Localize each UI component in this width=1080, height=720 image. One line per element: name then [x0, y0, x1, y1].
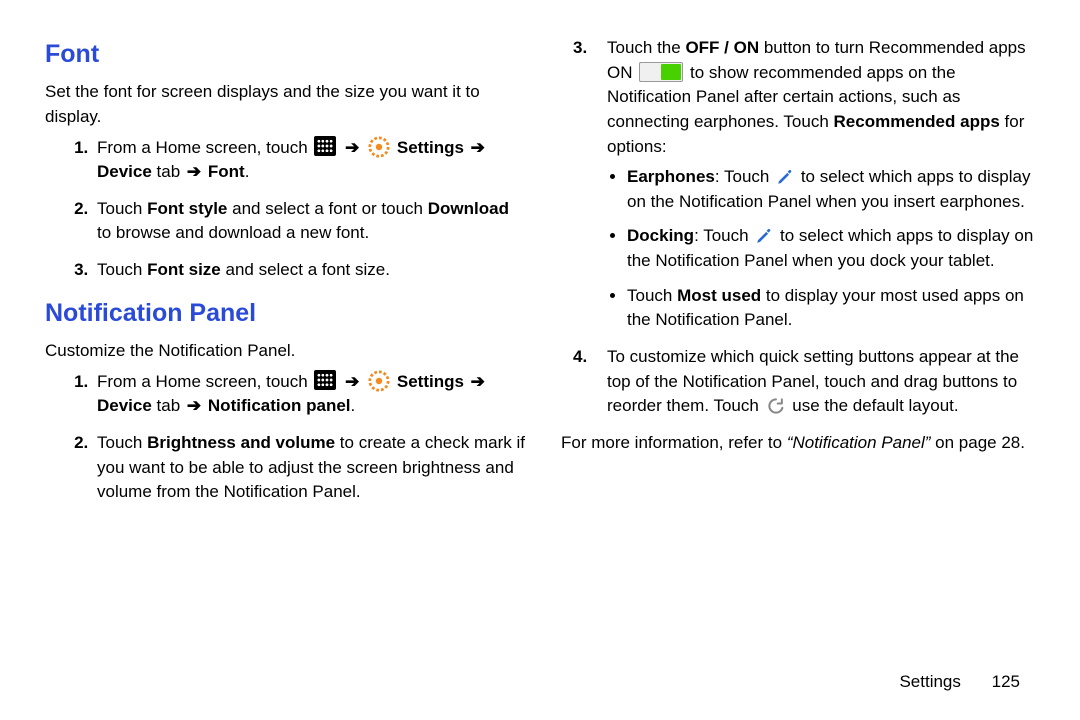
right-column: Touch the OFF / ON button to turn Recomm…: [555, 30, 1035, 517]
np-steps-continued: Touch the OFF / ON button to turn Recomm…: [555, 36, 1035, 419]
sub-earphones: Earphones: Touch to select which apps to…: [627, 165, 1035, 214]
text: Touch: [97, 260, 147, 279]
apps-grid-icon: [314, 136, 336, 156]
settings-label: Settings: [397, 372, 464, 391]
text: From a Home screen, touch: [97, 372, 312, 391]
np-step-2: Touch Brightness and volume to create a …: [93, 431, 525, 505]
sub-most-used: Touch Most used to display your most use…: [627, 284, 1035, 333]
arrow-icon: ➔: [343, 138, 361, 157]
text: on page 28.: [930, 433, 1025, 452]
settings-label: Settings: [397, 138, 464, 157]
notification-panel-heading: Notification Panel: [45, 295, 525, 331]
arrow-icon: ➔: [185, 162, 203, 181]
page-footer: Settings 125: [899, 672, 1020, 692]
font-size-label: Font size: [147, 260, 221, 279]
apps-grid-icon: [314, 370, 336, 390]
reference-title: “Notification Panel”: [787, 433, 931, 452]
font-heading: Font: [45, 36, 525, 72]
earphones-label: Earphones: [627, 167, 715, 186]
brightness-volume-label: Brightness and volume: [147, 433, 335, 452]
np-label: Notification panel: [208, 396, 351, 415]
recommended-apps-label: Recommended apps: [834, 112, 1000, 131]
arrow-icon: ➔: [469, 372, 487, 391]
tab-word: tab: [152, 396, 185, 415]
left-column: Font Set the font for screen displays an…: [45, 30, 525, 517]
text: Touch the: [607, 38, 685, 57]
font-step-2: Touch Font style and select a font or to…: [93, 197, 525, 246]
sub-docking: Docking: Touch to select which apps to d…: [627, 224, 1035, 273]
text: and select a font size.: [221, 260, 390, 279]
arrow-icon: ➔: [185, 396, 203, 415]
font-steps-list: From a Home screen, touch ➔ Settings ➔ D…: [45, 136, 525, 283]
np-steps-list: From a Home screen, touch ➔ Settings ➔ D…: [45, 370, 525, 505]
manual-page: Font Set the font for screen displays an…: [0, 0, 1080, 720]
pencil-edit-icon: [776, 168, 794, 186]
text: Touch: [627, 286, 677, 305]
tab-word: tab: [152, 162, 185, 181]
footer-section-label: Settings: [899, 672, 960, 691]
font-step-3: Touch Font size and select a font size.: [93, 258, 525, 283]
font-label: Font: [208, 162, 245, 181]
np-intro-text: Customize the Notification Panel.: [45, 339, 525, 364]
settings-gear-icon: [368, 370, 390, 392]
device-label: Device: [97, 162, 152, 181]
text: and select a font or touch: [227, 199, 427, 218]
text: use the default layout.: [792, 396, 958, 415]
text: For more information, refer to: [561, 433, 787, 452]
arrow-icon: ➔: [343, 372, 361, 391]
text: From a Home screen, touch: [97, 138, 312, 157]
font-step-1: From a Home screen, touch ➔ Settings ➔ D…: [93, 136, 525, 185]
text: Touch: [97, 433, 147, 452]
device-label: Device: [97, 396, 152, 415]
font-intro-text: Set the font for screen displays and the…: [45, 80, 525, 129]
arrow-icon: ➔: [469, 138, 487, 157]
text: : Touch: [715, 167, 774, 186]
settings-gear-icon: [368, 136, 390, 158]
text: to browse and download a new font.: [97, 223, 369, 242]
footer-page-number: 125: [992, 672, 1020, 691]
docking-label: Docking: [627, 226, 694, 245]
most-used-label: Most used: [677, 286, 761, 305]
toggle-on-icon: [639, 62, 683, 82]
np-step-3: Touch the OFF / ON button to turn Recomm…: [603, 36, 1035, 333]
pencil-edit-icon: [755, 227, 773, 245]
more-info-text: For more information, refer to “Notifica…: [555, 431, 1035, 456]
font-style-label: Font style: [147, 199, 227, 218]
off-on-label: OFF / ON: [685, 38, 759, 57]
reset-arrow-icon: [766, 396, 786, 416]
two-column-layout: Font Set the font for screen displays an…: [0, 0, 1080, 517]
np-step-1: From a Home screen, touch ➔ Settings ➔ D…: [93, 370, 525, 419]
text: Touch: [97, 199, 147, 218]
text: : Touch: [694, 226, 753, 245]
np-step-4: To customize which quick setting buttons…: [603, 345, 1035, 419]
recommended-apps-sublist: Earphones: Touch to select which apps to…: [607, 165, 1035, 333]
download-label: Download: [428, 199, 509, 218]
